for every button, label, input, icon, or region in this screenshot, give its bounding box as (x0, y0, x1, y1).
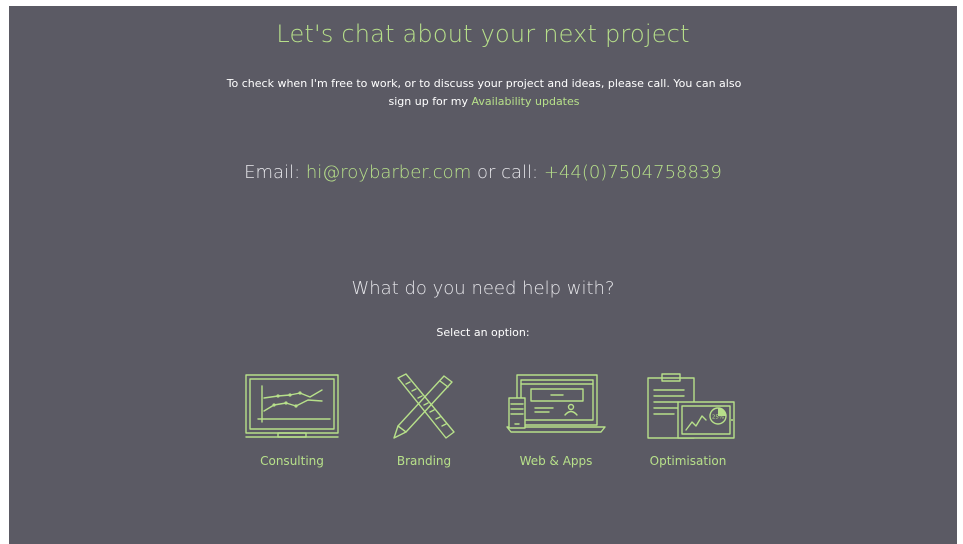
contact-section: Let's chat about your next project To ch… (9, 6, 957, 544)
option-optimisation[interactable]: 25% Optimisation (633, 372, 743, 468)
select-option-label: Select an option: (436, 326, 530, 339)
option-label: Web & Apps (519, 454, 593, 468)
pencil-ruler-icon (393, 373, 455, 439)
availability-updates-link[interactable]: Availability updates (472, 95, 580, 108)
phone-link[interactable]: +44(0)7504758839 (544, 162, 722, 183)
option-label: Consulting (260, 454, 324, 468)
email-label: Email: (244, 162, 301, 183)
optimisation-badge: 25% (712, 415, 724, 421)
option-branding[interactable]: Branding (369, 372, 479, 468)
contact-line: Email: hi@roybarber.com or call: +44(0)7… (9, 162, 957, 183)
option-label: Branding (396, 454, 452, 468)
intro-text: To check when I'm free to work, or to di… (219, 75, 749, 111)
page-title: Let's chat about your next project (276, 20, 690, 48)
email-link[interactable]: hi@roybarber.com (306, 162, 471, 183)
call-label: or call: (476, 162, 539, 183)
option-label: Optimisation (649, 454, 727, 468)
option-web-apps[interactable]: Web & Apps (501, 372, 611, 468)
devices-icon (506, 374, 606, 433)
help-title: What do you need help with? (351, 278, 615, 299)
chalkboard-chart-icon (245, 374, 339, 438)
clipboard-tablet-icon: 25% (647, 373, 735, 439)
option-consulting[interactable]: Consulting (237, 372, 347, 468)
